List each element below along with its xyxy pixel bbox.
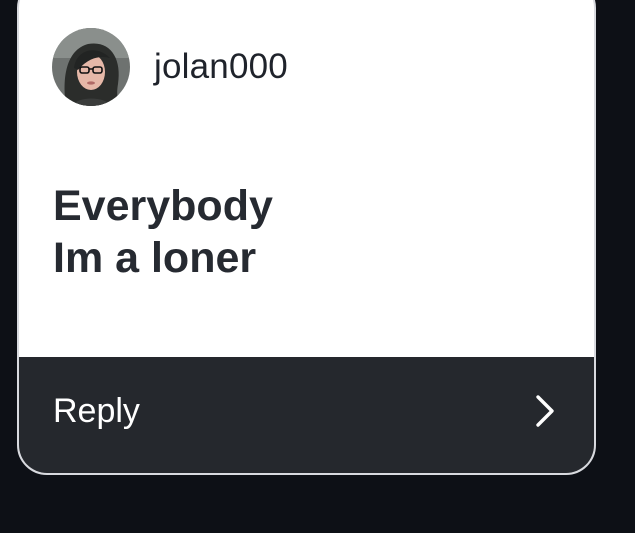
post-message: Everybody Im a loner	[53, 180, 273, 284]
message-line-1: Everybody	[53, 182, 273, 230]
username[interactable]: jolan000	[154, 47, 288, 87]
message-line-2: Im a loner	[53, 234, 257, 282]
avatar[interactable]	[52, 28, 130, 106]
reply-button[interactable]: Reply	[19, 357, 594, 473]
post-header: jolan000	[52, 28, 288, 106]
reply-label: Reply	[53, 391, 140, 430]
post-card: jolan000 Everybody Im a loner Reply	[17, 0, 596, 475]
chevron-right-icon	[536, 395, 554, 427]
